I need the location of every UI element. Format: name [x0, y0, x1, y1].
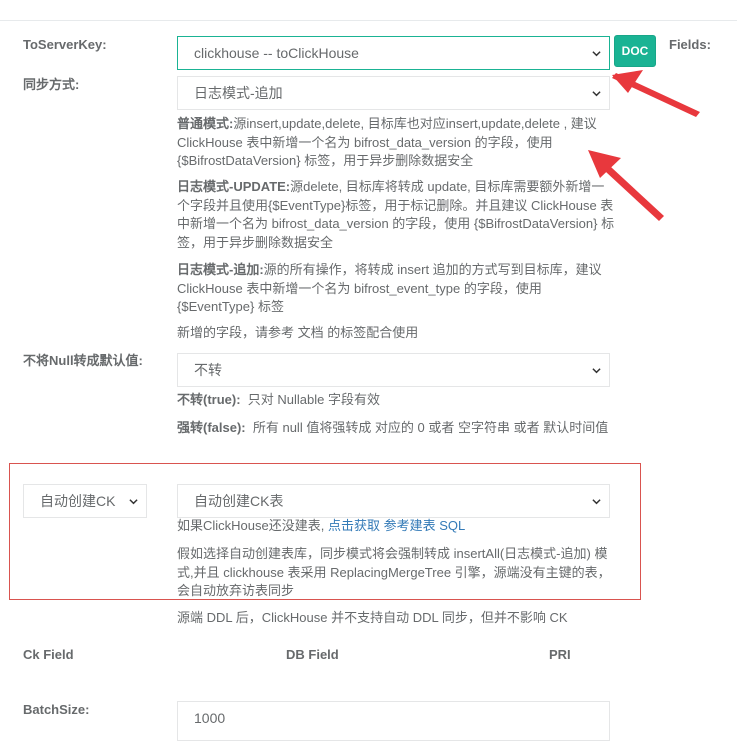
- auto-create-help: 假如选择自动创建表库，同步模式将会强制转成 insertAll(日志模式-追加)…: [177, 546, 611, 598]
- null-help-no-title: 不转(true):: [177, 392, 241, 407]
- auto-create-select[interactable]: 自动创建CK表: [177, 484, 610, 518]
- null-help-force: 强转(false): 所有 null 值将强转成 对应的 0 或者 空字符串 或…: [177, 419, 617, 438]
- to-server-key-label: ToServerKey:: [23, 37, 107, 52]
- col-db-field: DB Field: [286, 647, 339, 662]
- get-sql-link[interactable]: 点击获取: [328, 518, 380, 533]
- null-help-force-title: 强转(false):: [177, 420, 246, 435]
- sync-help-normal: 普通模式:源insert,update,delete, 目标库也对应insert…: [177, 115, 617, 171]
- top-divider: [0, 20, 737, 21]
- chevron-down-icon: [592, 91, 601, 97]
- null-convert-value: 不转: [194, 362, 222, 378]
- batch-size-value: 1000: [194, 710, 226, 726]
- fields-label: Fields:: [669, 37, 711, 52]
- null-convert-select[interactable]: 不转: [177, 353, 610, 387]
- batch-size-label: BatchSize:: [23, 702, 90, 717]
- null-convert-label: 不将Null转成默认值:: [23, 353, 143, 368]
- auto-create-hint-prefix: 如果ClickHouse还没建表,: [177, 518, 325, 533]
- reference-sql-link[interactable]: 参考建表 SQL: [384, 518, 466, 533]
- sync-help-append: 日志模式-追加:源的所有操作，将转成 insert 追加的方式写到目标库，建议 …: [177, 261, 617, 317]
- red-arrow-head-upper: [612, 70, 643, 93]
- sync-mode-value: 日志模式-追加: [194, 85, 283, 101]
- ddl-note: 源端 DDL 后，ClickHouse 并不支持自动 DDL 同步，但并不影响 …: [177, 610, 568, 625]
- null-help-force-text: 所有 null 值将强转成 对应的 0 或者 空字符串 或者 默认时间值: [252, 420, 609, 435]
- sync-help-normal-text: 源insert,update,delete, 目标库也对应insert,upda…: [177, 116, 597, 168]
- auto-create-left-value: 自动创建CK: [40, 493, 116, 509]
- chevron-down-icon: [592, 368, 601, 374]
- col-pri: PRI: [549, 647, 571, 662]
- sync-mode-select[interactable]: 日志模式-追加: [177, 76, 610, 110]
- red-arrow-shaft-upper: [612, 73, 700, 117]
- batch-size-input[interactable]: 1000: [177, 701, 610, 741]
- doc-button[interactable]: DOC: [614, 35, 656, 67]
- null-help-no-text: 只对 Nullable 字段有效: [247, 392, 380, 407]
- sync-help-normal-title: 普通模式:: [177, 116, 234, 131]
- null-help-no: 不转(true): 只对 Nullable 字段有效: [177, 391, 617, 410]
- chevron-down-icon: [129, 499, 138, 505]
- sync-help-update-title: 日志模式-UPDATE:: [177, 179, 291, 194]
- auto-create-left-select[interactable]: 自动创建CK: [23, 484, 147, 518]
- col-ck-field: Ck Field: [23, 647, 74, 662]
- chevron-down-icon: [592, 499, 601, 505]
- auto-create-value: 自动创建CK表: [194, 493, 284, 509]
- chevron-down-icon: [592, 51, 601, 57]
- auto-create-hint: 如果ClickHouse还没建表, 点击获取 参考建表 SQL: [177, 517, 617, 536]
- sync-help-update: 日志模式-UPDATE:源delete, 目标库将转成 update, 目标库需…: [177, 178, 617, 252]
- sync-help-append-title: 日志模式-追加:: [177, 262, 264, 277]
- sync-help-footer: 新增的字段，请参考 文档 的标签配合使用: [177, 325, 419, 340]
- to-server-key-value: clickhouse -- toClickHouse: [194, 45, 359, 61]
- sync-mode-label: 同步方式:: [23, 77, 80, 92]
- to-server-key-select[interactable]: clickhouse -- toClickHouse: [177, 36, 610, 70]
